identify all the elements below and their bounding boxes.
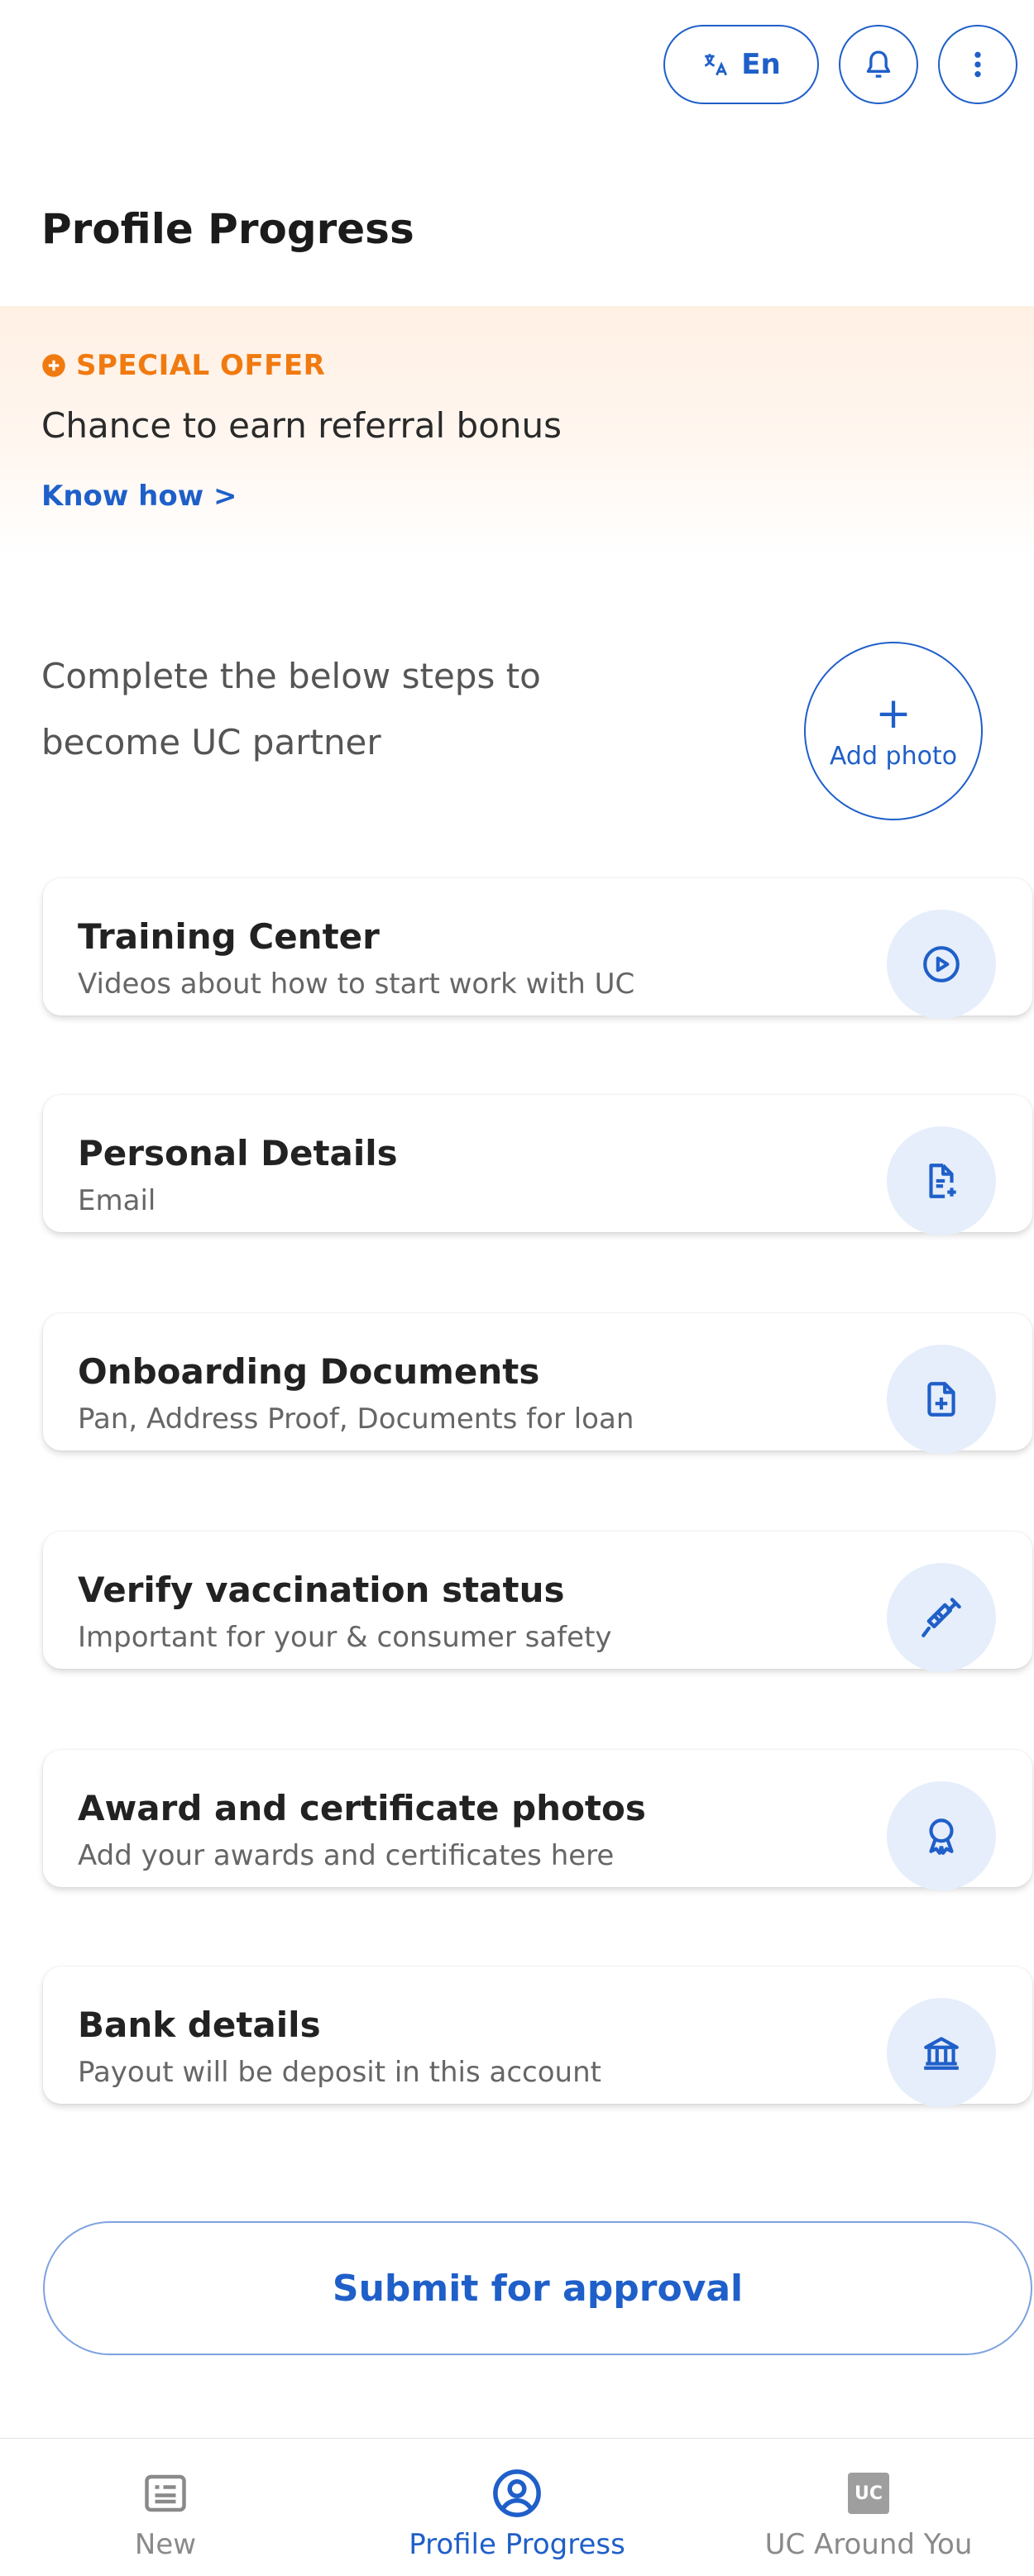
plus-icon: + <box>875 688 912 738</box>
step-title: Training Center <box>78 916 380 957</box>
news-icon <box>141 2464 190 2523</box>
file-plus-icon <box>887 1345 996 1454</box>
syringe-icon <box>887 1563 996 1672</box>
add-photo-label: Add photo <box>829 741 958 771</box>
step-card-vaccination[interactable]: Verify vaccination status Important for … <box>43 1532 1032 1672</box>
step-title: Award and certificate photos <box>78 1788 646 1828</box>
notifications-button[interactable] <box>839 25 918 104</box>
submit-label: Submit for approval <box>332 2267 744 2310</box>
more-options-button[interactable] <box>938 25 1017 104</box>
nav-label: UC Around You <box>764 2528 973 2561</box>
step-card-bank-details[interactable]: Bank details Payout will be deposit in t… <box>43 1967 1032 2107</box>
offer-tag: SPECIAL OFFER <box>41 349 325 382</box>
profile-icon <box>490 2464 544 2523</box>
step-title: Bank details <box>78 2005 321 2045</box>
offer-text: Chance to earn referral bonus <box>41 405 562 446</box>
step-card-awards[interactable]: Award and certificate photos Add your aw… <box>43 1750 1032 1890</box>
nav-item-uc-around-you[interactable]: UC UC Around You <box>720 2439 1017 2576</box>
bell-icon <box>862 48 895 81</box>
language-label: En <box>741 48 781 81</box>
step-title: Onboarding Documents <box>78 1351 540 1392</box>
special-offer-banner: SPECIAL OFFER Chance to earn referral bo… <box>0 306 1034 557</box>
step-subtitle: Payout will be deposit in this account <box>78 2056 601 2089</box>
add-photo-button[interactable]: + Add photo <box>804 642 983 820</box>
step-subtitle: Email <box>78 1184 156 1217</box>
submit-for-approval-button[interactable]: Submit for approval <box>43 2221 1032 2355</box>
step-subtitle: Important for your & consumer safety <box>78 1621 612 1654</box>
step-card-onboarding-documents[interactable]: Onboarding Documents Pan, Address Proof,… <box>43 1313 1032 1454</box>
document-add-icon <box>887 1126 996 1235</box>
intro-text: Complete the below steps to become UC pa… <box>41 656 541 762</box>
more-vertical-icon <box>961 48 994 81</box>
play-circle-icon <box>887 910 996 1019</box>
step-title: Verify vaccination status <box>78 1570 565 1610</box>
bank-icon <box>887 1998 996 2107</box>
step-subtitle: Add your awards and certificates here <box>78 1839 615 1872</box>
step-card-training-center[interactable]: Training Center Videos about how to star… <box>43 878 1032 1019</box>
nav-item-new[interactable]: New <box>17 2439 314 2576</box>
know-how-link[interactable]: Know how > <box>41 480 237 513</box>
language-button[interactable]: En <box>663 25 819 104</box>
step-subtitle: Videos about how to start work with UC <box>78 968 635 1001</box>
translate-icon <box>701 50 730 79</box>
offer-tag-label: SPECIAL OFFER <box>76 349 326 382</box>
step-card-personal-details[interactable]: Personal Details Email <box>43 1095 1032 1235</box>
nav-item-profile-progress[interactable]: Profile Progress <box>368 2439 666 2576</box>
plus-circle-icon <box>41 353 66 378</box>
page-title: Profile Progress <box>41 205 414 253</box>
bottom-navigation: New Profile Progress UC UC Around You <box>0 2438 1034 2576</box>
top-actions: En <box>663 25 1017 104</box>
step-title: Personal Details <box>78 1133 398 1173</box>
nav-label: Profile Progress <box>409 2528 625 2561</box>
uc-logo-icon: UC <box>848 2464 889 2523</box>
step-subtitle: Pan, Address Proof, Documents for loan <box>78 1403 634 1436</box>
nav-label: New <box>134 2528 197 2561</box>
uc-badge: UC <box>848 2473 889 2514</box>
award-icon <box>887 1781 996 1890</box>
